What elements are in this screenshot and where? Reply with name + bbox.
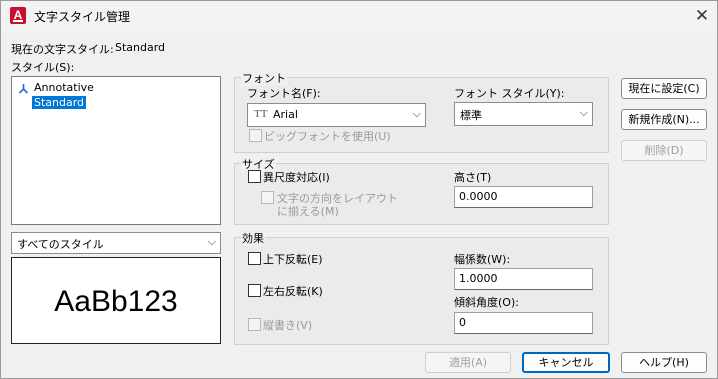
preview-text: AaBb123 [54, 285, 178, 318]
annotative-checkbox[interactable] [248, 170, 261, 183]
annotative-label: 異尺度対応(I) [263, 171, 330, 184]
apply-button[interactable]: 適用(A) [425, 352, 511, 373]
set-current-button[interactable]: 現在に設定(C) [621, 78, 707, 99]
styles-label: スタイル(S): [11, 61, 75, 74]
upside-down-checkbox[interactable] [248, 252, 261, 265]
bigfont-label: ビッグフォントを使用(U) [264, 130, 391, 143]
list-item-label: Annotative [34, 81, 94, 94]
height-input[interactable]: 0.0000 [454, 186, 593, 208]
style-filter-dropdown[interactable]: すべてのスタイル ⌵ [11, 232, 221, 254]
list-item-label: Standard [32, 96, 87, 109]
vertical-label: 縦書き(V) [263, 319, 313, 332]
font-style-value: 標準 [460, 109, 482, 122]
font-group-label: フォント [241, 70, 287, 86]
current-style-label: 現在の文字スタイル: [11, 43, 114, 56]
close-icon[interactable]: ✕ [690, 5, 714, 27]
oblique-angle-value: 0 [459, 316, 466, 329]
oblique-angle-input[interactable]: 0 [454, 312, 593, 334]
width-factor-label: 幅係数(W): [454, 253, 511, 266]
vertical-checkbox[interactable] [248, 318, 261, 331]
current-style-value: Standard [115, 41, 166, 54]
truetype-icon: TT [254, 108, 268, 120]
style-filter-value: すべてのスタイル [17, 238, 104, 251]
style-preview: AaBb123 [11, 257, 221, 344]
font-name-value: Arial [273, 108, 298, 121]
autocad-app-icon: A [10, 7, 26, 24]
backwards-checkbox[interactable] [248, 284, 261, 297]
delete-button[interactable]: 削除(D) [621, 140, 707, 161]
font-name-dropdown[interactable]: TT Arial ⌵ [247, 103, 426, 127]
font-name-label: フォント名(F): [247, 87, 321, 100]
chevron-down-icon: ⌵ [207, 235, 216, 248]
annotative-icon [18, 84, 29, 94]
effects-group-label: 効果 [241, 230, 265, 246]
height-label: 高さ(T) [454, 171, 492, 184]
oblique-angle-label: 傾斜角度(O): [454, 296, 519, 309]
backwards-label: 左右反転(K) [263, 285, 323, 298]
match-layout-label-line2: に揃える(M) [277, 205, 339, 218]
cancel-button[interactable]: キャンセル [522, 352, 610, 373]
new-style-button[interactable]: 新規作成(N)... [621, 109, 707, 130]
width-factor-value: 1.0000 [459, 272, 498, 285]
width-factor-input[interactable]: 1.0000 [454, 268, 593, 290]
chevron-down-icon: ⌵ [412, 107, 421, 120]
styles-list[interactable]: Annotative Standard [11, 76, 221, 225]
bigfont-checkbox[interactable] [249, 129, 262, 142]
list-item-standard[interactable]: Standard [32, 96, 87, 109]
text-style-dialog: A 文字スタイル管理 ✕ 現在の文字スタイル: Standard スタイル(S)… [0, 0, 718, 379]
dialog-title: 文字スタイル管理 [34, 10, 131, 24]
match-layout-checkbox[interactable] [261, 191, 274, 204]
title-bar: A 文字スタイル管理 ✕ [1, 1, 717, 31]
chevron-down-icon: ⌵ [579, 106, 588, 119]
upside-down-label: 上下反転(E) [263, 253, 323, 266]
help-button[interactable]: ヘルプ(H) [621, 352, 707, 373]
font-style-dropdown[interactable]: 標準 ⌵ [454, 102, 593, 126]
height-value: 0.0000 [459, 190, 498, 203]
font-style-label: フォント スタイル(Y): [454, 87, 565, 100]
